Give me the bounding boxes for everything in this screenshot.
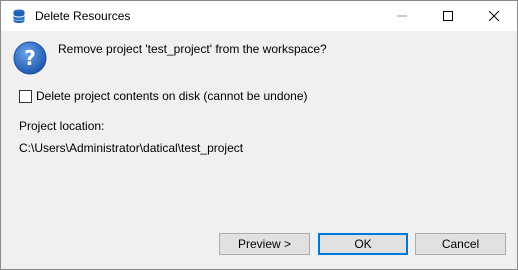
delete-contents-checkbox[interactable]	[19, 89, 32, 103]
title-bar[interactable]: Delete Resources	[1, 1, 517, 31]
minimize-button[interactable]	[379, 1, 425, 31]
delete-contents-label[interactable]: Delete project contents on disk (cannot …	[36, 89, 308, 103]
preview-button[interactable]: Preview >	[219, 233, 310, 255]
project-location-value: C:\Users\Administrator\datical\test_proj…	[19, 141, 244, 155]
maximize-button[interactable]	[425, 1, 471, 31]
svg-text:?: ?	[24, 46, 36, 70]
dialog-window: Delete Resources ? Remove project 'test_…	[0, 0, 518, 270]
window-title: Delete Resources	[35, 9, 131, 23]
project-location-label: Project location:	[19, 119, 105, 133]
question-icon: ?	[13, 41, 47, 75]
maximize-icon	[443, 11, 453, 21]
cancel-button[interactable]: Cancel	[415, 233, 506, 255]
dialog-content: ? Remove project 'test_project' from the…	[1, 31, 517, 269]
delete-contents-option[interactable]: Delete project contents on disk (cannot …	[19, 88, 308, 104]
close-button[interactable]	[471, 1, 517, 31]
minimize-icon	[397, 15, 407, 17]
confirmation-message: Remove project 'test_project' from the w…	[58, 42, 327, 56]
database-icon	[13, 9, 25, 23]
ok-button[interactable]: OK	[318, 233, 408, 255]
close-icon	[489, 11, 499, 21]
